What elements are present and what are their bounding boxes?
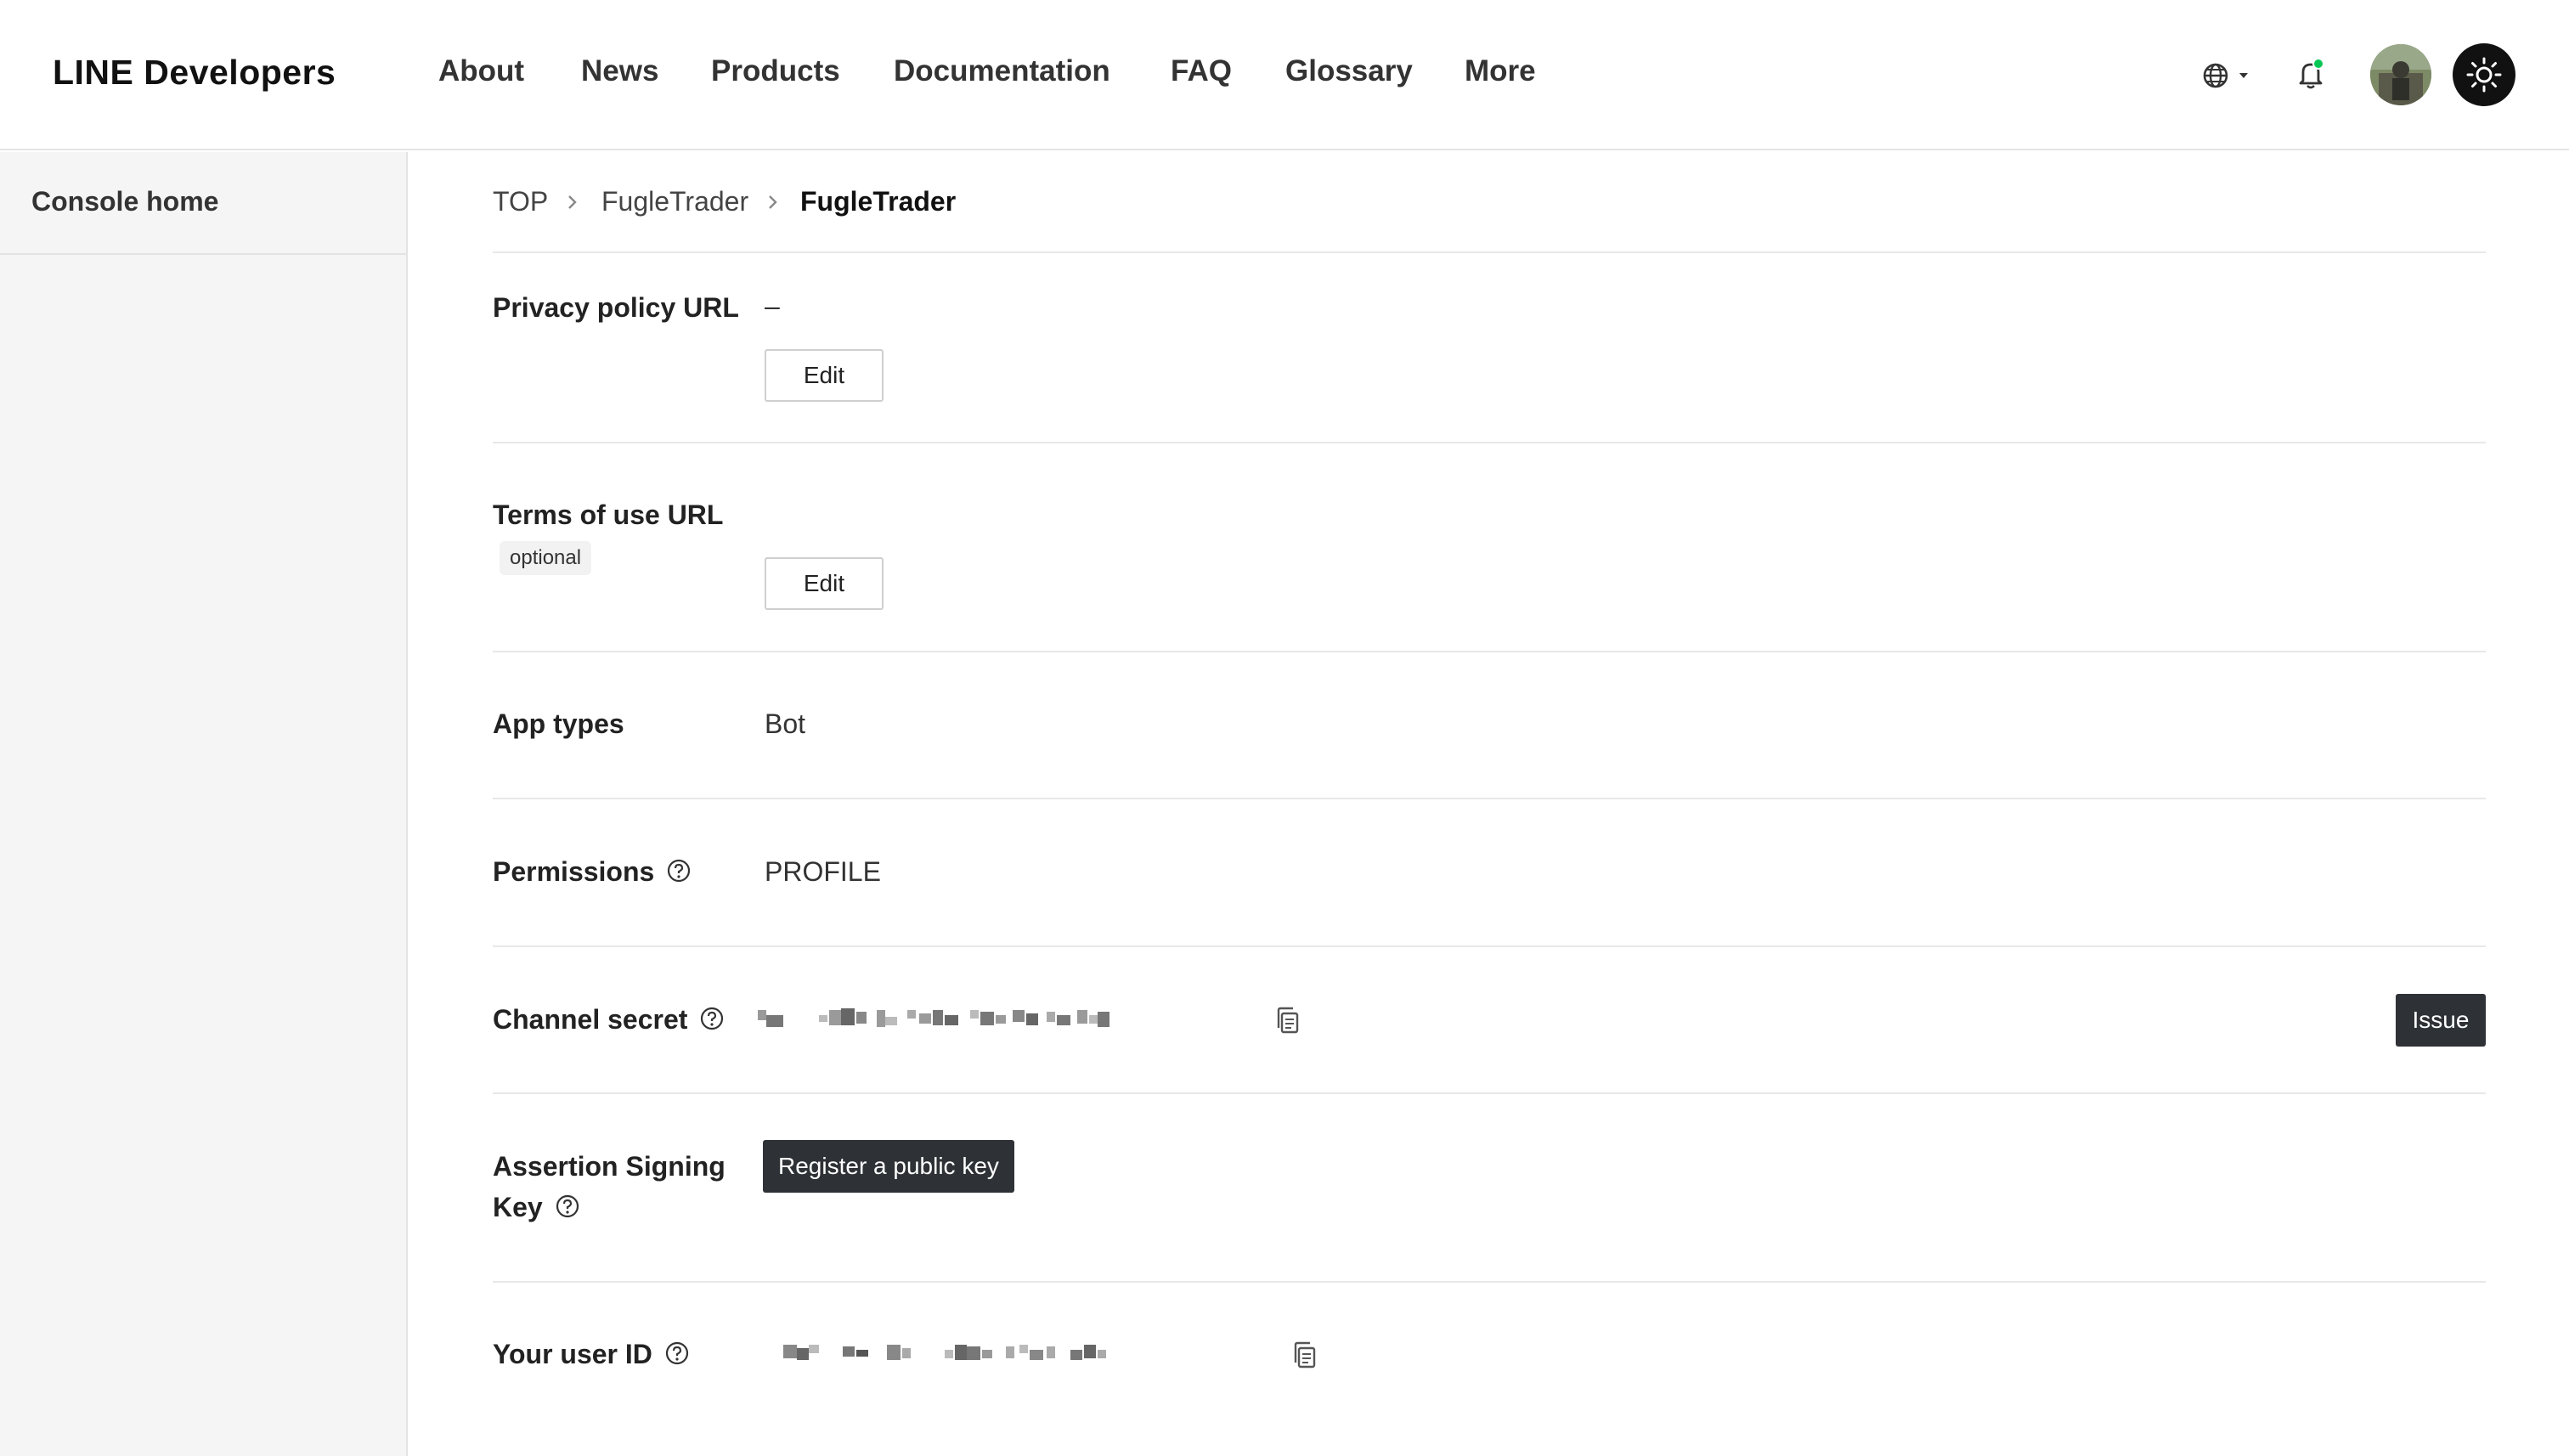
notification-button[interactable] [2294,58,2328,92]
privacy-policy-label: Privacy policy URL [493,292,739,323]
nav-more[interactable]: More [1465,54,1536,88]
breadcrumb-provider[interactable]: FugleTrader [601,186,748,217]
divider [493,798,2486,799]
sidebar-item-label: Console home [31,186,219,217]
help-icon[interactable] [664,1340,690,1373]
user-avatar[interactable] [2370,44,2431,105]
divider [493,1281,2486,1283]
nav-glossary[interactable]: Glossary [1285,54,1413,88]
terms-of-use-edit-button[interactable]: Edit [765,557,884,610]
channel-secret-label-text: Channel secret [493,1004,688,1035]
caret-down-icon [2239,73,2248,78]
help-icon[interactable] [666,858,692,890]
nav-about[interactable]: About [438,54,524,88]
divider [493,442,2486,443]
nav-faq[interactable]: FAQ [1171,54,1232,88]
sun-icon [2466,57,2502,93]
user-id-label-text: Your user ID [493,1339,652,1369]
breadcrumb-current-channel: FugleTrader [800,186,957,217]
app-types-value: Bot [765,708,806,739]
nav-documentation[interactable]: Documentation [894,54,1110,88]
main-content: TOP FugleTrader FugleTrader Privacy poli… [409,152,2569,1456]
user-id-masked-value [783,1345,1106,1360]
line-developers-console: LINE Developers About News Products Docu… [0,0,2569,1456]
user-id-label: Your user ID [493,1339,690,1373]
optional-badge: optional [500,541,592,575]
issue-channel-secret-button[interactable]: Issue [2396,994,2486,1047]
permissions-value: PROFILE [765,856,881,887]
nav-news[interactable]: News [581,54,658,88]
permissions-label: Permissions [493,856,692,890]
register-public-key-button[interactable]: Register a public key [763,1140,1014,1193]
breadcrumb-top[interactable]: TOP [493,186,548,217]
assertion-signing-key-label: Assertion Signing [493,1151,726,1182]
top-header: LINE Developers About News Products Docu… [0,0,2569,150]
avatar-image [2370,44,2431,105]
privacy-policy-value: – [765,291,780,321]
copy-icon[interactable] [1274,1006,1303,1036]
nav-products[interactable]: Products [711,54,840,88]
copy-icon[interactable] [1291,1340,1320,1371]
sidebar-item-console-home[interactable]: Console home [0,152,406,255]
permissions-label-text: Permissions [493,856,655,887]
app-types-label: App types [493,708,624,739]
chevron-right-icon [765,189,782,222]
language-selector[interactable] [2200,60,2255,91]
divider [493,945,2486,947]
chevron-right-icon [564,189,581,222]
sidebar: Console home [0,152,408,1456]
assertion-signing-key-label-line2: Key [493,1192,580,1226]
terms-of-use-label: Terms of use URL [493,499,724,530]
divider [493,1092,2486,1094]
channel-secret-masked-value [758,1008,1109,1027]
divider [493,251,2486,253]
help-icon[interactable] [555,1194,580,1226]
privacy-policy-edit-button[interactable]: Edit [765,349,884,402]
globe-icon [2203,63,2248,88]
notification-dot [2312,58,2324,70]
help-icon[interactable] [699,1006,725,1038]
channel-secret-label: Channel secret [493,1004,725,1038]
theme-toggle-button[interactable] [2453,43,2515,106]
divider [493,651,2486,652]
line-developers-logo[interactable]: LINE Developers [53,53,336,93]
assertion-signing-key-label-text: Key [493,1192,543,1222]
